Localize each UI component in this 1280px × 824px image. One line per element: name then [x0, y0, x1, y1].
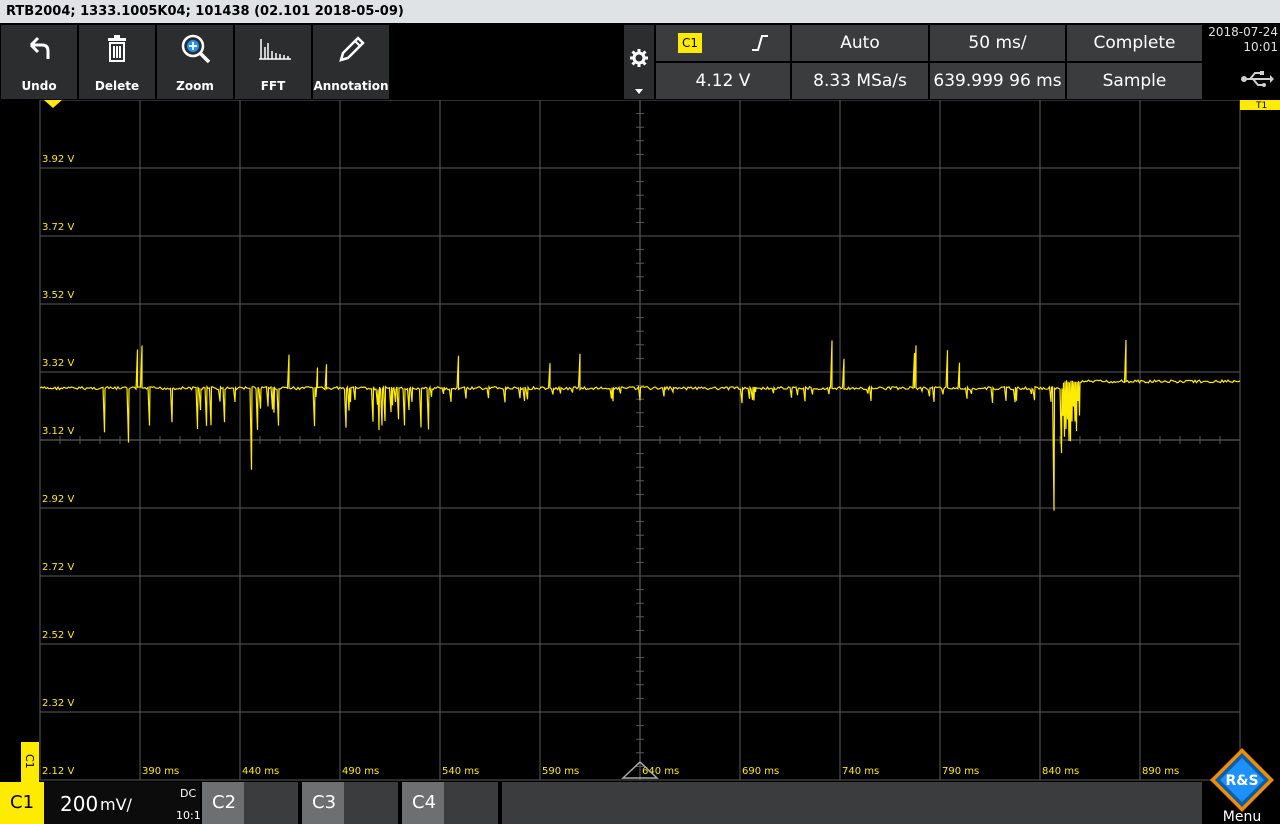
c1-coupling: DC — [180, 787, 197, 800]
zoom-label: Zoom — [176, 79, 214, 93]
x-label: 540 ms — [442, 766, 479, 777]
waveform-display[interactable]: 3.92 V 3.72 V 3.52 V 3.32 V 3.12 V 2.92 … — [0, 100, 1280, 782]
channel-c3-button[interactable]: C3 — [302, 782, 398, 824]
undo-icon — [29, 36, 50, 59]
y-label: 2.52 V — [42, 630, 74, 641]
menu-button[interactable]: R&S Menu — [1204, 744, 1280, 824]
x-label: 590 ms — [542, 766, 579, 777]
x-label: 890 ms — [1142, 766, 1179, 777]
y-label: 3.52 V — [42, 290, 74, 301]
record-length-cell: 639.999 96 ms — [930, 63, 1065, 99]
date-time: 2018-07-24 10:01 — [1204, 25, 1278, 59]
fft-button[interactable]: FFT — [235, 25, 311, 99]
date-text: 2018-07-24 — [1208, 25, 1278, 39]
delete-button[interactable]: Delete — [79, 25, 155, 99]
info-area — [502, 782, 1202, 824]
pencil-icon — [339, 36, 365, 62]
acquisition-state-cell[interactable]: Complete — [1067, 25, 1202, 61]
c4-label: C4 — [412, 792, 437, 813]
chevron-down-icon — [635, 89, 643, 94]
x-label: 640 ms — [642, 766, 679, 777]
gear-icon — [630, 49, 648, 67]
time-text: 10:01 — [1243, 40, 1278, 54]
y-label: 3.92 V — [42, 154, 74, 165]
trigger-level-cell[interactable]: 4.12 V — [656, 63, 790, 99]
y-axis-labels: 3.92 V 3.72 V 3.52 V 3.32 V 3.12 V 2.92 … — [42, 154, 74, 777]
timebase-cell[interactable]: 50 ms/ — [930, 25, 1065, 61]
y-label: 2.32 V — [42, 698, 74, 709]
undo-button[interactable]: Undo — [1, 25, 77, 99]
y-label: 2.72 V — [42, 562, 74, 573]
annotation-label: Annotation — [313, 79, 389, 93]
trigger-channel-badge: C1 — [678, 33, 702, 53]
menu-label: Menu — [1223, 809, 1261, 824]
channel-c1-button[interactable]: C1 200 mV/ DC 10:1 — [0, 782, 201, 824]
fft-icon — [259, 39, 291, 60]
delete-label: Delete — [94, 79, 140, 93]
trigger-position-marker — [44, 100, 62, 108]
x-label: 740 ms — [842, 766, 879, 777]
c2-label: C2 — [212, 792, 237, 813]
x-axis-labels: 390 ms 440 ms 490 ms 540 ms 590 ms 640 m… — [142, 766, 1179, 777]
x-label: 790 ms — [942, 766, 979, 777]
x-label: 840 ms — [1042, 766, 1079, 777]
y-label: 3.12 V — [42, 426, 74, 437]
zoom-button[interactable]: Zoom — [157, 25, 233, 99]
c1-label: C1 — [10, 792, 35, 813]
c1-settings: 200 mV/ DC 10:1 — [44, 782, 201, 824]
channel-bar: C1 200 mV/ DC 10:1 C2 C3 C4 — [0, 782, 1280, 824]
c1-probe: 10:1 — [176, 809, 201, 822]
x-label: 490 ms — [342, 766, 379, 777]
c1-scale: 200 — [60, 792, 99, 816]
zoom-icon — [181, 34, 211, 64]
settings-button[interactable] — [624, 25, 654, 99]
sample-rate-cell: 8.33 MSa/s — [792, 63, 928, 99]
x-label: 690 ms — [742, 766, 779, 777]
trash-icon — [108, 35, 126, 62]
usb-icon — [1241, 71, 1274, 87]
y-label: 3.32 V — [42, 358, 74, 369]
c3-label: C3 — [312, 792, 337, 813]
x-label: 440 ms — [242, 766, 279, 777]
channel-c2-button[interactable]: C2 — [202, 782, 298, 824]
trigger-tag: T1 — [1255, 101, 1267, 111]
undo-label: Undo — [21, 79, 57, 93]
y-label: 3.72 V — [42, 222, 74, 233]
rs-logo: R&S — [1225, 773, 1258, 789]
channel-tag: C1 — [23, 754, 36, 769]
title-bar: RTB2004; 1333.1005K04; 101438 (02.101 20… — [0, 0, 1280, 23]
y-label: 2.12 V — [42, 766, 74, 777]
trigger-mode-cell[interactable]: Auto — [792, 25, 928, 61]
y-label: 2.92 V — [42, 494, 74, 505]
fft-label: FFT — [260, 79, 286, 93]
x-label: 390 ms — [142, 766, 179, 777]
graticule — [39, 100, 1241, 781]
channel-c4-button[interactable]: C4 — [402, 782, 498, 824]
annotation-button[interactable]: Annotation — [313, 25, 389, 99]
c1-unit: mV/ — [100, 795, 132, 814]
acquisition-mode-cell[interactable]: Sample — [1067, 63, 1202, 99]
rising-edge-icon — [752, 35, 768, 51]
